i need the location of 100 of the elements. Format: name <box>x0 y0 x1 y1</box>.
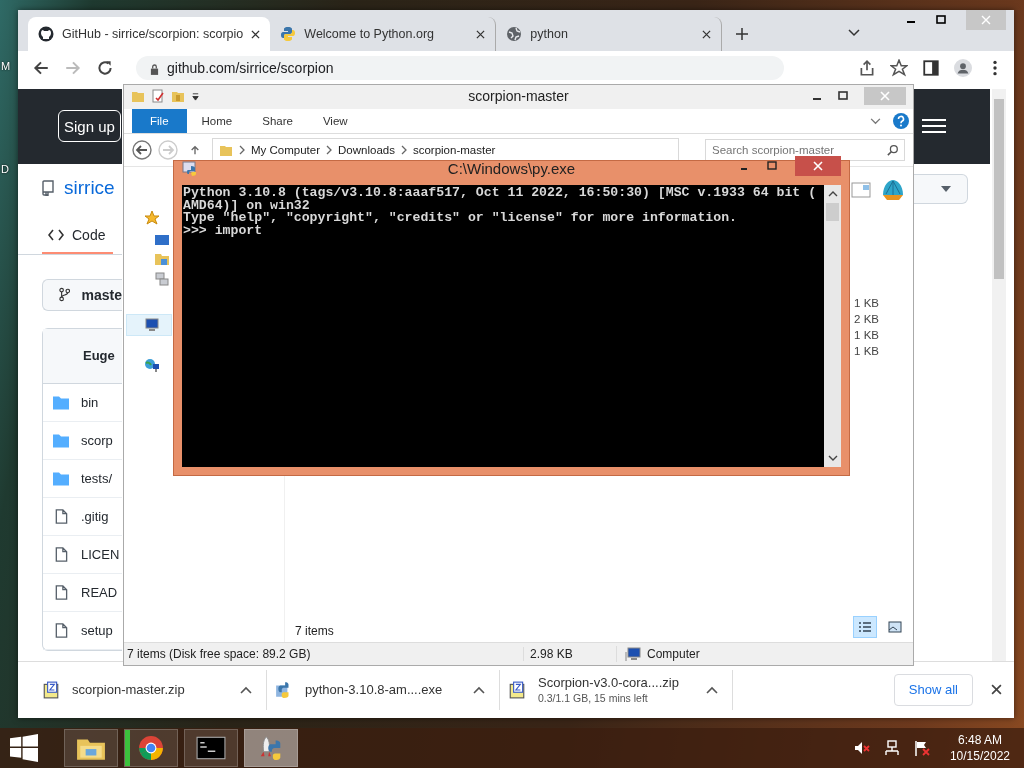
folder-icon <box>219 143 233 157</box>
profile-icon[interactable] <box>954 59 972 78</box>
share-icon[interactable] <box>858 59 876 78</box>
volume-muted-icon[interactable] <box>853 740 870 756</box>
ribbon-tab[interactable]: File <box>132 109 187 133</box>
download-item[interactable]: python-3.10.8-am....exe <box>267 669 500 710</box>
ribbon-tab[interactable]: Home <box>186 109 248 133</box>
repository-icon <box>42 179 54 196</box>
flag-icon[interactable] <box>913 740 930 756</box>
github-icon <box>38 26 54 43</box>
download-progress-text: 0.3/1.1 GB, 15 mins left <box>538 692 649 705</box>
console-output-line: Python 3.10.8 (tags/v3.10.8:aaaf517, Oct 11 2022, 16:50:30) [MSC v.1933 64 bit ( <box>183 187 818 200</box>
console-output-line: AMD64)] on win32 <box>183 199 310 212</box>
computer-icon <box>144 317 160 333</box>
folder-icon <box>53 432 69 448</box>
status-location: Computer <box>647 647 700 661</box>
show-all-button[interactable]: Show all <box>893 673 973 706</box>
search-field[interactable]: Search scorpion-master <box>705 139 905 161</box>
shell-icon[interactable] <box>881 179 905 201</box>
taskbar-button[interactable] <box>244 729 298 767</box>
desktop-icon-label: M <box>1 60 11 72</box>
scroll-up-icon[interactable] <box>827 191 838 197</box>
scrollbar[interactable] <box>992 88 1006 661</box>
lock-icon <box>150 64 159 76</box>
ribbon-tab[interactable]: View <box>307 109 363 133</box>
close-button[interactable] <box>795 156 841 176</box>
help-icon[interactable] <box>893 113 909 129</box>
search-icon <box>887 144 899 156</box>
close-icon[interactable] <box>476 29 486 39</box>
close-icon[interactable] <box>251 29 261 39</box>
new-tab-icon[interactable] <box>736 28 749 41</box>
status-text: 7 items (Disk free space: 89.2 GB) <box>126 647 312 661</box>
close-icon <box>813 161 823 171</box>
details-view-button[interactable] <box>853 616 877 638</box>
computer-icon <box>625 646 641 662</box>
up-icon[interactable] <box>190 145 200 155</box>
clock-time[interactable]: 6:48 AM <box>957 732 1002 748</box>
clock-date[interactable]: 10/15/2022 <box>949 748 1010 764</box>
network-places-icon[interactable] <box>154 271 170 287</box>
chrome-icon <box>136 735 166 761</box>
branch-button[interactable]: maste <box>42 278 122 311</box>
close-icon[interactable] <box>991 684 1002 696</box>
menu-icon[interactable] <box>922 118 946 135</box>
network-icon[interactable] <box>144 357 160 373</box>
close-icon <box>880 91 890 101</box>
python-icon <box>280 26 297 43</box>
desktop-icon[interactable] <box>154 232 170 248</box>
file-name-link[interactable]: READ <box>81 584 118 600</box>
maximize-icon[interactable] <box>838 91 848 101</box>
file-name-link[interactable]: scorp <box>81 432 113 448</box>
file-name-link[interactable]: setup <box>81 622 113 638</box>
properties-icon[interactable] <box>151 89 165 103</box>
download-item[interactable]: scorpion-master.zip <box>34 669 267 710</box>
zip-file-icon <box>42 680 60 699</box>
side-panel-icon[interactable] <box>922 59 940 78</box>
scroll-down-icon[interactable] <box>827 455 838 461</box>
maximize-icon[interactable] <box>936 15 946 25</box>
file-size: 2 KB <box>854 313 879 325</box>
caret-up-icon[interactable] <box>473 685 485 694</box>
scrollbar[interactable] <box>824 185 841 467</box>
nav-pane-item[interactable] <box>126 314 172 336</box>
sign-up-button[interactable]: Sign up <box>58 110 121 143</box>
file-icon <box>53 508 69 524</box>
file-name-link[interactable]: bin <box>81 394 99 410</box>
address-bar[interactable]: github.com/sirrice/scorpion <box>136 56 784 81</box>
repository-owner-link[interactable]: sirrice <box>64 176 115 199</box>
ribbon-tab[interactable]: Share <box>247 109 308 133</box>
commit-author: Euge <box>83 348 115 364</box>
star-icon[interactable] <box>144 210 160 226</box>
file-size: 1 KB <box>854 329 879 341</box>
file-name-link[interactable]: tests/ <box>81 470 113 486</box>
branch-icon <box>59 287 70 303</box>
caret-up-icon[interactable] <box>706 685 718 694</box>
file-name-link[interactable]: LICEN <box>81 546 120 562</box>
desktop-icon-label: D <box>1 163 9 175</box>
star-icon[interactable] <box>890 59 908 78</box>
image-icon <box>888 621 902 633</box>
file-icon <box>53 622 69 638</box>
taskbar-button[interactable] <box>124 729 178 767</box>
taskbar-button[interactable] <box>184 729 238 767</box>
file-size: 1 KB <box>854 297 879 309</box>
browser-tab[interactable]: GitHub - sirrice/scorpion: scorpio <box>28 17 271 52</box>
status-size: 2.98 KB <box>523 647 616 661</box>
chevron-right-icon <box>326 145 333 155</box>
caret-up-icon[interactable] <box>240 685 252 694</box>
scrollbar-thumb[interactable] <box>826 203 839 221</box>
network-icon[interactable] <box>883 740 900 756</box>
download-item[interactable]: Scorpion-v3.0-cora....zip 0.3/1.1 GB, 15 mins left <box>500 669 733 710</box>
chevron-down-icon[interactable] <box>848 29 861 38</box>
code-tab[interactable]: Code <box>42 220 114 254</box>
reload-icon[interactable] <box>96 59 114 78</box>
file-name-link[interactable]: .gitig <box>81 508 109 524</box>
dropdown-icon[interactable] <box>191 91 200 101</box>
maximize-icon[interactable] <box>767 161 777 171</box>
folder-icon <box>53 394 69 410</box>
windows-start-icon[interactable] <box>10 734 38 762</box>
taskbar-button[interactable] <box>64 729 118 767</box>
back-icon[interactable] <box>132 140 152 160</box>
close-icon[interactable] <box>702 29 712 39</box>
folder-icon[interactable] <box>154 251 170 267</box>
